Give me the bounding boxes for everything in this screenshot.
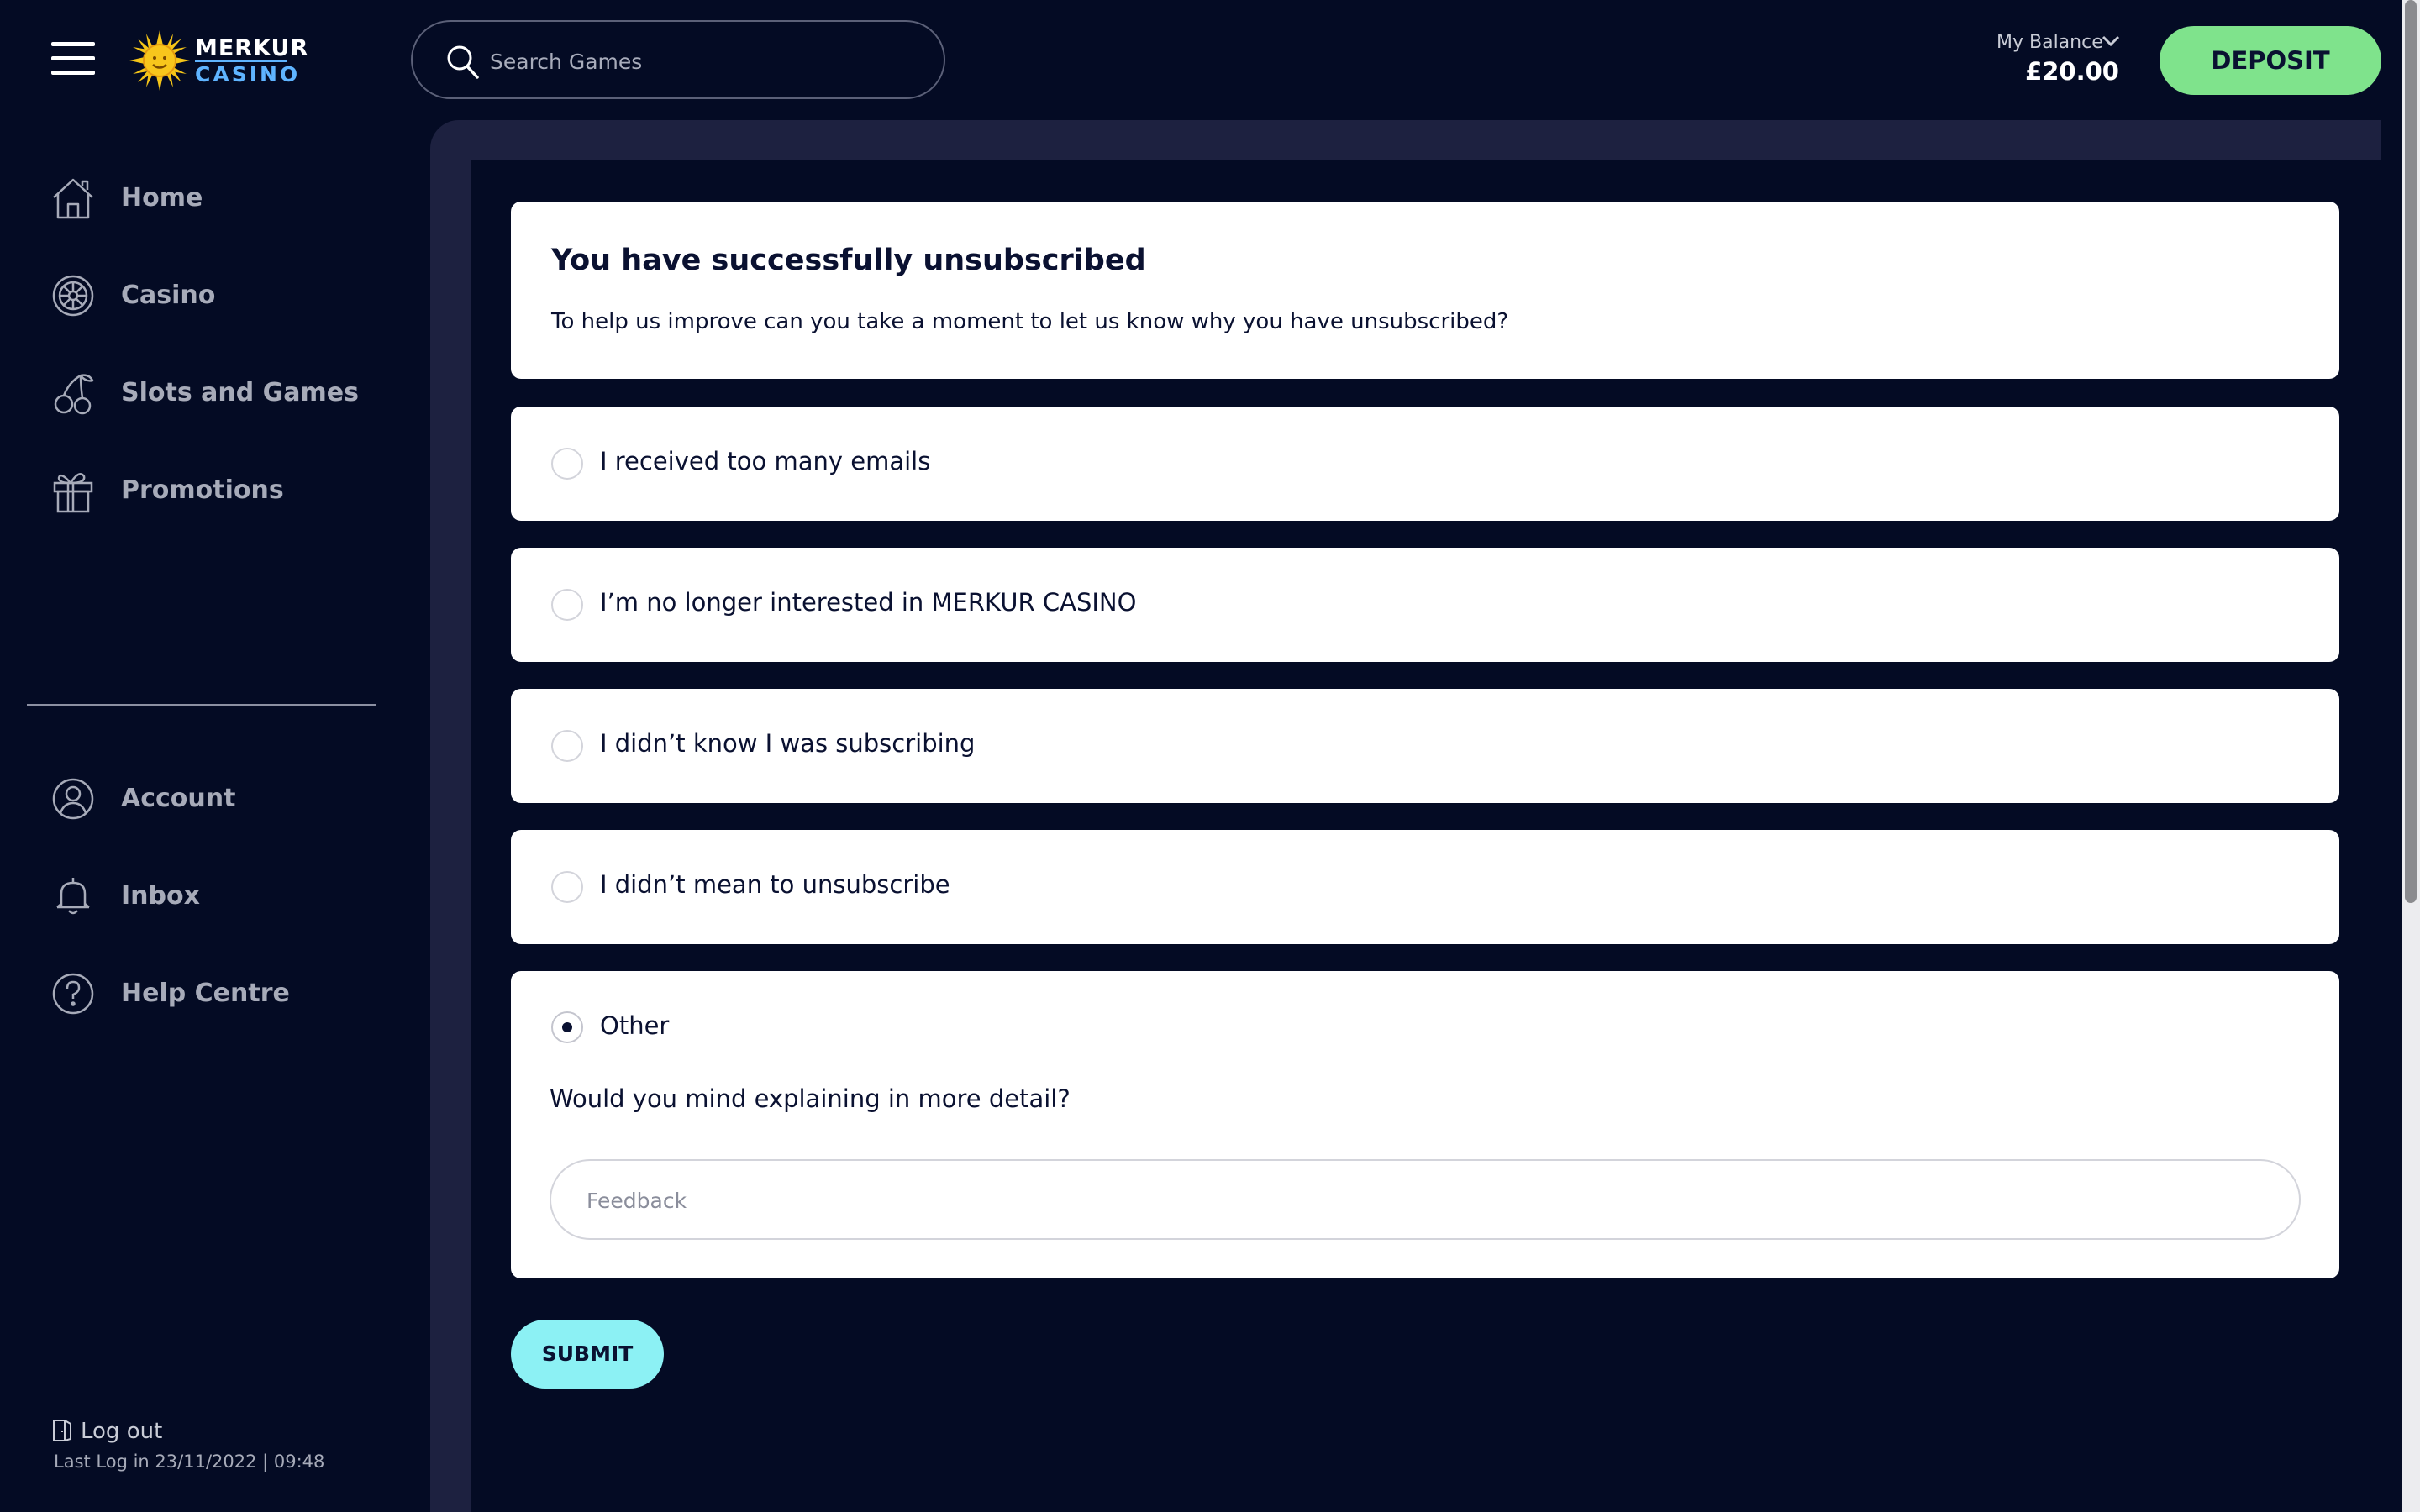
option-label: I received too many emails — [600, 447, 931, 475]
sidebar-item-casino[interactable]: Casino — [50, 266, 420, 325]
option-label: I didn’t mean to unsubscribe — [600, 870, 950, 899]
sidebar-item-label: Promotions — [121, 475, 284, 505]
sidebar: Home Casino Slots and Games Promotions A… — [0, 120, 430, 1512]
radio-button[interactable] — [551, 730, 583, 762]
sidebar-item-help-centre[interactable]: Help Centre — [50, 964, 420, 1023]
sidebar-item-label: Account — [121, 784, 236, 813]
sidebar-item-label: Inbox — [121, 881, 200, 911]
submit-button[interactable]: SUBMIT — [511, 1320, 664, 1389]
top-header: MERKUR CASINO My Balance £20.00 DEPOSIT — [0, 0, 2420, 120]
roulette-icon — [52, 275, 94, 317]
option-label[interactable]: Other — [600, 1011, 669, 1040]
user-icon — [52, 778, 94, 820]
sidebar-item-account[interactable]: Account — [50, 769, 420, 828]
page-subtitle: To help us improve can you take a moment… — [551, 309, 1509, 334]
feedback-input[interactable] — [585, 1179, 2260, 1221]
sun-logo-icon — [129, 30, 190, 91]
deposit-button[interactable]: DEPOSIT — [2160, 26, 2381, 95]
balance-value: £20.00 — [2025, 57, 2119, 86]
option-no-longer-interested[interactable]: I’m no longer interested in MERKUR CASIN… — [511, 548, 2339, 662]
option-label: I’m no longer interested in MERKUR CASIN… — [600, 588, 1137, 617]
gift-icon — [53, 473, 93, 513]
search-icon[interactable] — [445, 44, 481, 81]
cherries-icon — [54, 374, 94, 415]
sidebar-item-label: Casino — [121, 281, 216, 310]
search-bar[interactable] — [411, 20, 945, 99]
detail-question: Would you mind explaining in more detail… — [550, 1084, 1071, 1113]
sidebar-item-inbox[interactable]: Inbox — [50, 867, 420, 926]
scrollbar-thumb[interactable] — [2405, 0, 2417, 903]
logo-text-merkur: MERKUR — [195, 35, 309, 61]
radio-button[interactable] — [551, 589, 583, 621]
radio-button[interactable] — [551, 871, 583, 903]
search-input[interactable] — [488, 39, 912, 84]
sidebar-item-label: Help Centre — [121, 979, 290, 1008]
sidebar-item-home[interactable]: Home — [50, 169, 420, 228]
merkur-casino-logo[interactable]: MERKUR CASINO — [128, 29, 308, 92]
question-icon — [52, 973, 94, 1015]
option-too-many-emails[interactable]: I received too many emails — [511, 407, 2339, 521]
menu-icon[interactable] — [51, 42, 95, 76]
option-didnt-mean-unsubscribe[interactable]: I didn’t mean to unsubscribe — [511, 830, 2339, 944]
logout-label[interactable]: Log out — [81, 1419, 162, 1444]
radio-button[interactable] — [551, 448, 583, 480]
sidebar-item-promotions[interactable]: Promotions — [50, 461, 420, 520]
unsubscribe-header-card: You have successfully unsubscribed To he… — [511, 202, 2339, 379]
chevron-down-icon[interactable] — [2102, 34, 2120, 48]
radio-button-selected[interactable] — [551, 1011, 583, 1043]
bell-icon — [56, 878, 90, 915]
sidebar-item-label: Home — [121, 183, 203, 213]
logo-text-casino: CASINO — [195, 62, 301, 87]
feedback-field[interactable] — [550, 1159, 2301, 1240]
sidebar-item-slots-and-games[interactable]: Slots and Games — [50, 364, 420, 423]
option-label: I didn’t know I was subscribing — [600, 729, 976, 758]
last-login-text: Last Log in 23/11/2022 | 09:48 — [54, 1452, 325, 1472]
page-title: You have successfully unsubscribed — [551, 244, 1146, 277]
option-other-card: Other Would you mind explaining in more … — [511, 971, 2339, 1278]
logout-icon — [53, 1420, 71, 1441]
home-icon — [53, 178, 93, 219]
sidebar-divider — [27, 704, 376, 706]
sidebar-item-label: Slots and Games — [121, 378, 359, 407]
option-didnt-know-subscribing[interactable]: I didn’t know I was subscribing — [511, 689, 2339, 803]
balance-label[interactable]: My Balance — [1996, 32, 2103, 53]
